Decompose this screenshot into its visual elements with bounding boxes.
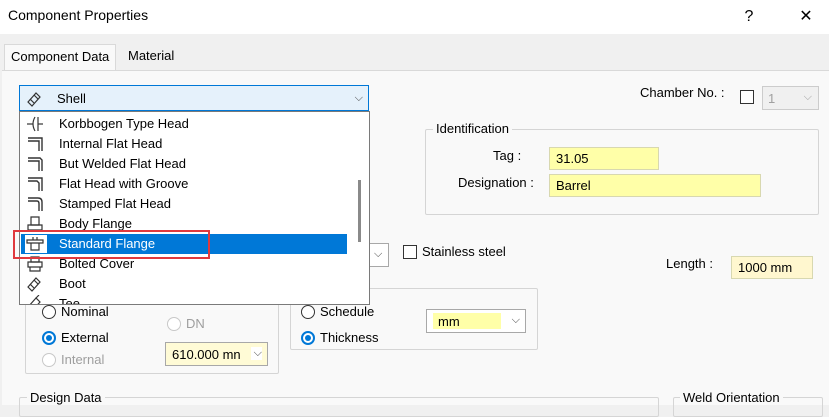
dropdown-item-label: Internal Flat Head [59,136,163,151]
chevron-down-icon: ⌵ [354,92,363,104]
dropdown-item-flat-head-groove[interactable]: Flat Head with Groove [21,174,347,194]
help-button[interactable]: ? [734,4,764,30]
stamped-flat-head-icon [28,197,43,211]
designation-label: Designation : [458,175,534,190]
dropdown-item-tee[interactable]: Tee [21,294,347,305]
dropdown-scrollbar[interactable] [351,112,369,304]
thickness-unit-select[interactable]: mm ⌵ [426,309,526,333]
identification-title: Identification [433,121,512,136]
boot-icon [27,277,41,292]
scrollbar-thumb[interactable] [358,180,361,242]
dropdown-item-bolted-cover[interactable]: Bolted Cover [21,254,347,274]
shell-icon [27,92,41,107]
tag-value: 31.05 [556,151,589,166]
chamber-label: Chamber No. : [640,85,725,100]
designation-input[interactable]: Barrel [549,174,761,197]
close-button[interactable]: ✕ [791,4,821,30]
dropdown-item-but-welded-flat-head[interactable]: But Welded Flat Head [21,154,347,174]
chevron-down-icon: ⌵ [803,91,812,103]
internal-radio[interactable] [42,353,56,367]
tab-label: Component Data [11,49,110,64]
tee-icon [29,295,41,304]
diameter-select[interactable]: 610.000 mn ⌵ [165,342,268,366]
bolted-cover-icon [27,256,43,272]
component-type-value: Shell [57,91,86,106]
length-label: Length : [666,256,713,271]
dropdown-item-label: But Welded Flat Head [59,156,186,171]
window-title: Component Properties [8,7,149,23]
design-data-title: Design Data [27,390,105,405]
tag-input[interactable]: 31.05 [549,147,659,170]
schedule-label: Schedule [320,304,375,319]
designation-value: Barrel [556,178,591,193]
nominal-label: Nominal [61,304,109,319]
unit-highlight: mm [433,313,501,329]
weld-orientation-title: Weld Orientation [680,390,783,405]
korbbogen-head-icon [27,116,43,132]
length-value: 1000 mm [738,260,793,275]
diameter-value: 610.000 mn [172,347,241,362]
dropdown-item-boot[interactable]: Boot [21,274,347,294]
title-bar: Component Properties ? ✕ [0,0,829,34]
tag-label: Tag : [493,148,522,163]
chevron-down-icon: ⌵ [511,314,520,326]
chamber-number-select[interactable]: 1 ⌵ [762,86,819,110]
dropdown-item-label: Standard Flange [59,236,156,251]
dropdown-item-label: Bolted Cover [59,256,135,271]
length-input[interactable]: 1000 mm [731,256,813,279]
dropdown-item-label: Tee [59,296,80,305]
internal-label: Internal [61,352,105,367]
external-label: External [61,330,109,345]
tab-material[interactable]: Material [122,44,180,71]
dn-label: DN [186,316,205,331]
body-flange-icon [27,216,43,231]
dropdown-item-label: Flat Head with Groove [59,176,189,191]
butt-welded-flat-head-icon [28,157,43,171]
component-type-select[interactable]: Shell ⌵ [19,85,369,111]
standard-flange-icon [25,235,47,253]
material-dropdown-button[interactable]: ⌵ [369,243,389,267]
chamber-number-value: 1 [768,91,776,106]
dropdown-item-label: Boot [59,276,86,291]
internal-flat-head-icon [28,137,43,151]
dropdown-item-label: Stamped Flat Head [59,196,172,211]
dropdown-item-standard-flange[interactable]: Standard Flange [21,234,347,254]
external-radio[interactable] [42,331,56,345]
dropdown-item-internal-flat-head[interactable]: Internal Flat Head [21,134,347,154]
dropdown-item-label: Korbbogen Type Head [59,116,189,131]
chamber-checkbox[interactable] [740,90,754,104]
unit-value: mm [438,314,460,329]
chevron-down-icon: ⌵ [250,347,262,360]
dn-radio[interactable] [167,317,181,331]
thickness-label: Thickness [320,330,379,345]
chevron-down-icon: ⌵ [374,248,383,260]
design-data-group [19,397,659,417]
tab-strip: Component Data Material [0,44,829,72]
thickness-radio[interactable] [301,331,315,345]
tab-label: Material [128,48,175,63]
nominal-radio[interactable] [42,305,56,319]
dropdown-item-label: Body Flange [59,216,132,231]
dropdown-item-stamped-flat-head[interactable]: Stamped Flat Head [21,194,347,214]
stainless-steel-checkbox[interactable] [403,245,417,259]
schedule-radio[interactable] [301,305,315,319]
stainless-steel-label: Stainless steel [422,244,506,259]
flat-head-groove-icon [28,177,43,191]
identification-group [425,129,819,215]
tab-component-data[interactable]: Component Data [4,44,117,72]
dropdown-item-body-flange[interactable]: Body Flange [21,214,347,234]
dropdown-item-korbbogen-head[interactable]: Korbbogen Type Head [21,114,347,134]
component-type-dropdown[interactable]: Korbbogen Type Head Internal Flat Head B… [19,111,370,305]
